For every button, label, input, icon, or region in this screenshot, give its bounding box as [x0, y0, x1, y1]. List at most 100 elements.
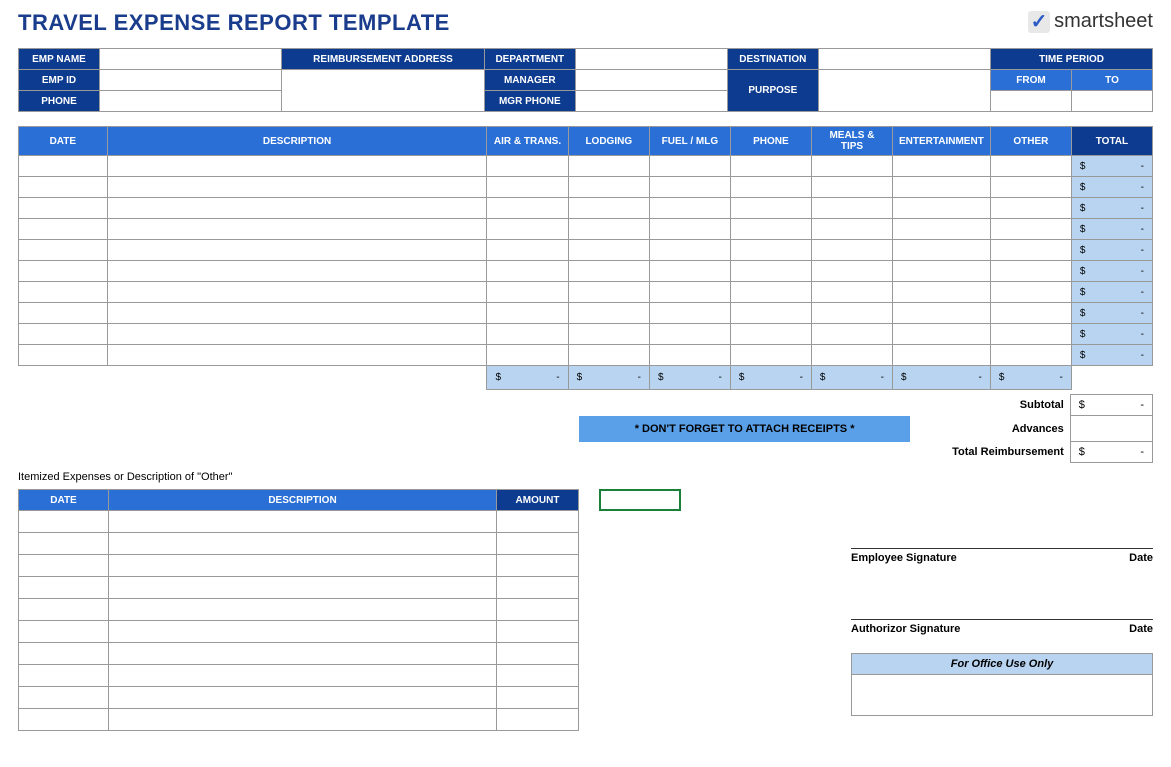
cell-date[interactable] — [19, 345, 108, 366]
cell-meals[interactable] — [811, 345, 892, 366]
cell-meals[interactable] — [811, 177, 892, 198]
cell-lodging[interactable] — [568, 345, 649, 366]
cell-other[interactable] — [990, 156, 1071, 177]
from-field[interactable] — [991, 91, 1072, 112]
to-field[interactable] — [1072, 91, 1153, 112]
advances-value[interactable] — [1070, 416, 1152, 442]
cell-other[interactable] — [990, 303, 1071, 324]
cell-air[interactable] — [487, 219, 568, 240]
item-amount[interactable] — [497, 599, 579, 621]
cell-date[interactable] — [19, 261, 108, 282]
item-desc[interactable] — [109, 555, 497, 577]
cell-lodging[interactable] — [568, 303, 649, 324]
cell-meals[interactable] — [811, 282, 892, 303]
cell-lodging[interactable] — [568, 219, 649, 240]
cell-other[interactable] — [990, 219, 1071, 240]
cell-phone[interactable] — [730, 345, 811, 366]
item-desc[interactable] — [109, 621, 497, 643]
item-desc[interactable] — [109, 577, 497, 599]
cell-phone[interactable] — [730, 240, 811, 261]
item-date[interactable] — [19, 511, 109, 533]
item-desc[interactable] — [109, 687, 497, 709]
cell-air[interactable] — [487, 240, 568, 261]
cell-meals[interactable] — [811, 303, 892, 324]
reimb-addr-field[interactable] — [282, 70, 485, 112]
cell-other[interactable] — [990, 324, 1071, 345]
employee-signature-line[interactable] — [851, 519, 1153, 549]
item-date[interactable] — [19, 665, 109, 687]
cell-desc[interactable] — [107, 324, 487, 345]
item-date[interactable] — [19, 555, 109, 577]
cell-ent[interactable] — [893, 303, 991, 324]
authorizor-signature-line[interactable] — [851, 590, 1153, 620]
cell-phone[interactable] — [730, 324, 811, 345]
item-date[interactable] — [19, 643, 109, 665]
cell-phone[interactable] — [730, 303, 811, 324]
item-desc[interactable] — [109, 533, 497, 555]
item-date[interactable] — [19, 533, 109, 555]
cell-other[interactable] — [990, 345, 1071, 366]
cell-ent[interactable] — [893, 156, 991, 177]
item-amount[interactable] — [497, 555, 579, 577]
cell-phone[interactable] — [730, 219, 811, 240]
item-amount[interactable] — [497, 577, 579, 599]
item-amount[interactable] — [497, 687, 579, 709]
cell-ent[interactable] — [893, 177, 991, 198]
cell-fuel[interactable] — [649, 282, 730, 303]
cell-fuel[interactable] — [649, 324, 730, 345]
cell-phone[interactable] — [730, 177, 811, 198]
cell-ent[interactable] — [893, 219, 991, 240]
emp-id-field[interactable] — [100, 70, 282, 91]
cell-fuel[interactable] — [649, 177, 730, 198]
item-desc[interactable] — [109, 599, 497, 621]
office-use-body[interactable] — [852, 675, 1152, 715]
cell-fuel[interactable] — [649, 303, 730, 324]
cell-meals[interactable] — [811, 156, 892, 177]
item-desc[interactable] — [109, 709, 497, 731]
cell-date[interactable] — [19, 156, 108, 177]
cell-fuel[interactable] — [649, 261, 730, 282]
cell-date[interactable] — [19, 324, 108, 345]
destination-field[interactable] — [818, 49, 990, 70]
cell-air[interactable] — [487, 345, 568, 366]
cell-air[interactable] — [487, 303, 568, 324]
cell-air[interactable] — [487, 156, 568, 177]
cell-lodging[interactable] — [568, 177, 649, 198]
cell-other[interactable] — [990, 240, 1071, 261]
item-date[interactable] — [19, 599, 109, 621]
cell-fuel[interactable] — [649, 345, 730, 366]
cell-desc[interactable] — [107, 177, 487, 198]
cell-other[interactable] — [990, 198, 1071, 219]
cell-lodging[interactable] — [568, 156, 649, 177]
department-field[interactable] — [575, 49, 727, 70]
mgr-phone-field[interactable] — [575, 91, 727, 112]
cell-air[interactable] — [487, 261, 568, 282]
cell-desc[interactable] — [107, 240, 487, 261]
cell-lodging[interactable] — [568, 324, 649, 345]
emp-name-field[interactable] — [100, 49, 282, 70]
cell-fuel[interactable] — [649, 219, 730, 240]
cell-desc[interactable] — [107, 198, 487, 219]
cell-air[interactable] — [487, 324, 568, 345]
purpose-field[interactable] — [818, 70, 990, 112]
cell-meals[interactable] — [811, 324, 892, 345]
cell-desc[interactable] — [107, 282, 487, 303]
cell-date[interactable] — [19, 282, 108, 303]
manager-field[interactable] — [575, 70, 727, 91]
cell-meals[interactable] — [811, 219, 892, 240]
item-desc[interactable] — [109, 665, 497, 687]
cell-ent[interactable] — [893, 345, 991, 366]
cell-other[interactable] — [990, 177, 1071, 198]
item-amount[interactable] — [497, 621, 579, 643]
cell-air[interactable] — [487, 282, 568, 303]
cell-meals[interactable] — [811, 240, 892, 261]
cell-lodging[interactable] — [568, 282, 649, 303]
item-date[interactable] — [19, 709, 109, 731]
item-date[interactable] — [19, 621, 109, 643]
cell-date[interactable] — [19, 198, 108, 219]
item-date[interactable] — [19, 577, 109, 599]
cell-desc[interactable] — [107, 345, 487, 366]
cell-ent[interactable] — [893, 324, 991, 345]
cell-lodging[interactable] — [568, 261, 649, 282]
cell-ent[interactable] — [893, 282, 991, 303]
